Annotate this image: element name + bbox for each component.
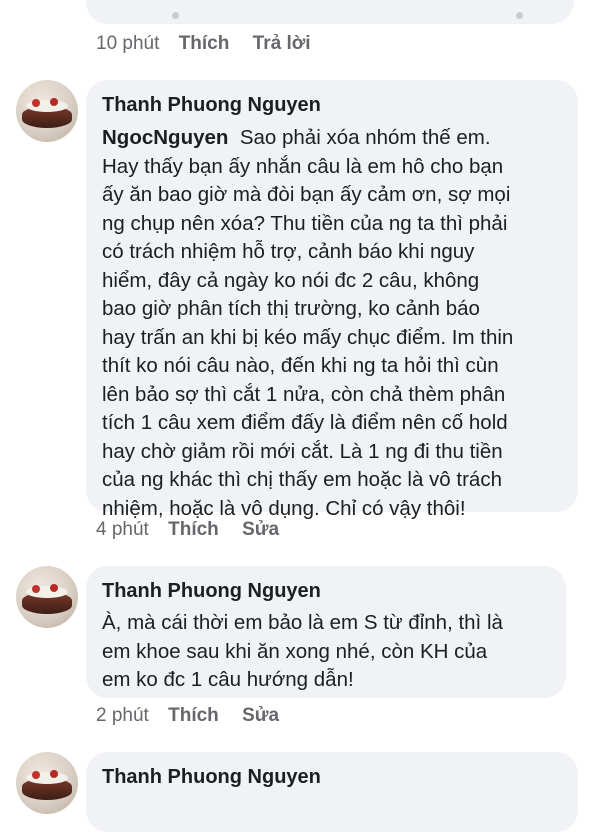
avatar[interactable] xyxy=(16,80,78,142)
mention-link[interactable]: NgocNguyen xyxy=(102,126,228,149)
comment-author[interactable]: Thanh Phuong Nguyen xyxy=(102,580,321,603)
partial-content xyxy=(86,12,574,20)
comment-actions-previous: 10 phút Thích Trả lời xyxy=(96,33,329,55)
comment-actions: 4 phút Thích Sửa xyxy=(96,519,297,541)
avatar[interactable] xyxy=(16,566,78,628)
comment-bubble: Thanh Phuong Nguyen xyxy=(86,752,578,832)
like-button[interactable]: Thích xyxy=(179,33,230,54)
comment-text: NgocNguyen Sao phải xóa nhóm thế em. Hay… xyxy=(102,126,514,520)
comment-author[interactable]: Thanh Phuong Nguyen xyxy=(102,766,321,789)
like-button[interactable]: Thích xyxy=(168,519,219,540)
comment-bubble-previous xyxy=(86,0,574,24)
comment-bubble: Thanh Phuong Nguyen À, mà cái thời em bả… xyxy=(86,566,566,698)
comment-text: À, mà cái thời em bảo là em S từ đỉnh, t… xyxy=(102,611,503,691)
comment-time: 4 phút xyxy=(96,519,149,540)
edit-button[interactable]: Sửa xyxy=(242,705,279,726)
avatar[interactable] xyxy=(16,752,78,814)
comment-actions: 2 phút Thích Sửa xyxy=(96,705,297,727)
comment-time: 10 phút xyxy=(96,33,160,54)
edit-button[interactable]: Sửa xyxy=(242,519,279,540)
reply-button[interactable]: Trả lời xyxy=(253,33,311,54)
comment-time: 2 phút xyxy=(96,705,149,726)
like-button[interactable]: Thích xyxy=(168,705,219,726)
comment-author[interactable]: Thanh Phuong Nguyen xyxy=(102,94,321,117)
comment-bubble: Thanh Phuong Nguyen NgocNguyen Sao phải … xyxy=(86,80,578,520)
